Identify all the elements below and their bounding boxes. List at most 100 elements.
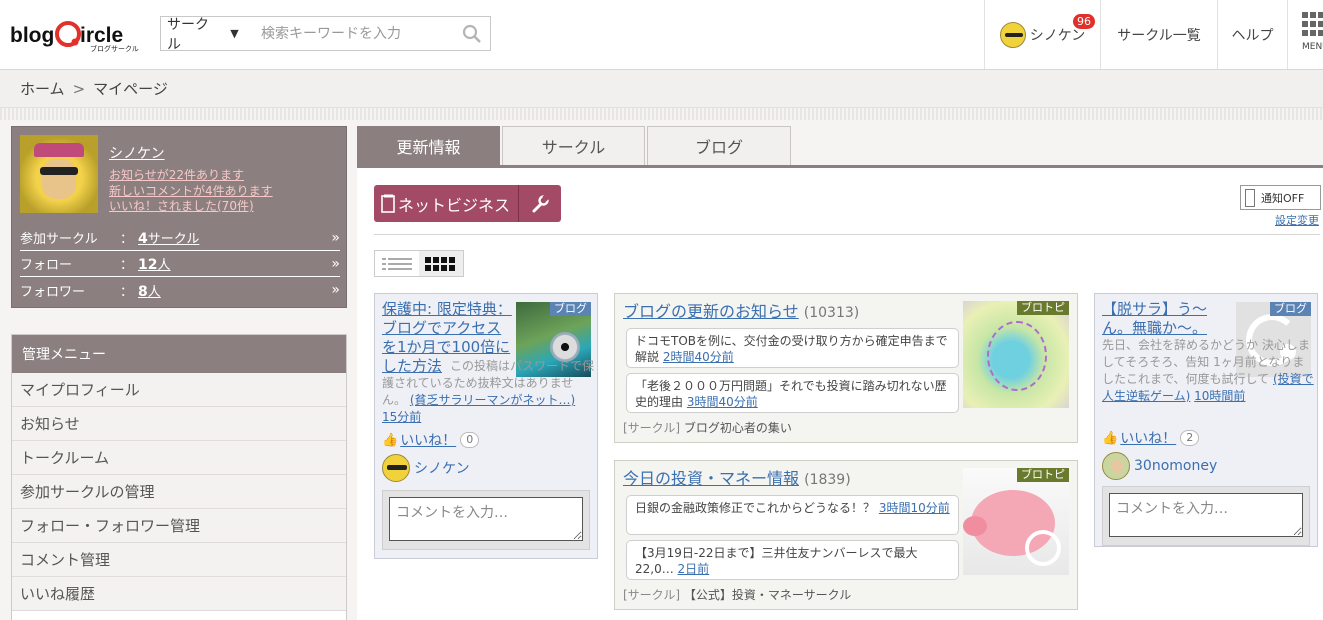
post-author[interactable]: 30nomoney [1102, 452, 1217, 480]
blogcircle-logo[interactable]: blog ircle ブログサークル [10, 18, 140, 53]
post-type-tag: ブログ [550, 302, 591, 316]
top-header: blog ircle ブログサークル サークル ▼ シノケン 96 サークル一覧… [0, 0, 1323, 70]
menu-item-follow-management[interactable]: フォロー・フォロワー管理 [12, 509, 346, 543]
view-switcher [374, 250, 464, 277]
stat-unit: 人 [157, 258, 171, 273]
tab-updates[interactable]: 更新情報 [357, 126, 500, 165]
topic-post[interactable]: 「老後２０００万円問題」それでも投資に踏み切れない歴史的理由 3時間40分前 [626, 373, 959, 413]
feed-card-blog: ブログ 保護中: 限定特典：ブログでアクセスを1か月で100倍にした方法 この投… [374, 293, 598, 559]
topic-type-tag: ブロトピ [1017, 468, 1069, 482]
post-time[interactable]: 10時間前 [1194, 389, 1245, 403]
topic-title: 今日の投資・マネー情報 (1839) [623, 469, 851, 490]
notice-link-news[interactable]: お知らせが22件あります [109, 166, 244, 183]
help-link[interactable]: ヘルプ [1217, 0, 1287, 69]
post-excerpt: この投稿はパスワードで保護されているため抜粋文はありません。 (貧乏サラリーマン… [382, 358, 594, 426]
stat-sep: ： [120, 284, 134, 300]
topic-post[interactable]: ドコモTOBを例に、交付金の受け取り方から確定申告まで解説 2時間40分前 [626, 328, 959, 368]
tab-circle[interactable]: サークル [502, 126, 645, 165]
toggle-switch-icon [1245, 188, 1255, 207]
breadcrumb-home[interactable]: ホーム [20, 78, 65, 99]
menu-item-talk-room[interactable]: トークルーム [12, 441, 346, 475]
circle-selector: ネットビジネス [374, 185, 562, 222]
menu-item-circle-management[interactable]: 参加サークルの管理 [12, 475, 346, 509]
topic-title: ブログの更新のお知らせ (10313) [623, 302, 859, 323]
user-avatar [999, 21, 1026, 48]
topic-post-time[interactable]: 3時間40分前 [687, 395, 758, 409]
search-scope-value: サークル [167, 16, 209, 53]
topic-count: (1839) [804, 472, 851, 488]
topic-post[interactable]: 日銀の金融政策修正でこれからどうなる！？ 3時間10分前 [626, 495, 959, 535]
like-button[interactable]: 👍 いいね！ 0 [382, 430, 480, 450]
circle-list-link[interactable]: サークル一覧 [1100, 0, 1217, 69]
grid-view-icon [425, 256, 455, 271]
topic-footer-name: 【公式】投資・マネーサークル [683, 588, 852, 602]
topic-post-time[interactable]: 3時間10分前 [879, 501, 950, 515]
main-tabs: 更新情報 サークル ブログ [357, 126, 1323, 168]
stat-label: 参加サークル [20, 232, 98, 247]
topic-footer-type: [サークル] [623, 588, 681, 602]
like-label: いいね！ [1120, 431, 1177, 447]
search-scope-select[interactable]: サークル ▼ [161, 17, 257, 53]
topic-post-time[interactable]: 2時間40分前 [663, 350, 734, 364]
topic-post-time[interactable]: 2日前 [678, 562, 710, 576]
search-icon[interactable] [454, 17, 490, 50]
comment-box [382, 490, 590, 550]
circle-list-label: サークル一覧 [1117, 27, 1201, 44]
menu-button[interactable]: MENU [1287, 0, 1323, 69]
circle-settings-button[interactable] [519, 185, 562, 222]
topic-circle-link[interactable]: [サークル] 【公式】投資・マネーサークル [623, 586, 851, 603]
management-menu-title: 管理メニュー [12, 335, 346, 373]
breadcrumb-separator: > [72, 79, 86, 98]
feed-card-topic-blog-updates: ブロトピ ブログの更新のお知らせ (10313) ドコモTOBを例に、交付金の受… [614, 293, 1078, 443]
topic-thumbnail[interactable]: ブロトピ [963, 301, 1069, 408]
settings-change-link[interactable]: 設定変更 [1275, 212, 1319, 228]
stat-row-follow[interactable]: フォロー ： 12人 » [20, 251, 340, 277]
topic-thumbnail[interactable]: ブロトピ [963, 468, 1069, 575]
menu-item-notices[interactable]: お知らせ [12, 407, 346, 441]
profile-avatar[interactable] [20, 135, 98, 213]
post-time[interactable]: 15分前 [382, 410, 421, 424]
post-author[interactable]: シノケン [382, 454, 470, 482]
stat-label: フォロー [20, 258, 73, 273]
notification-badge: 96 [1073, 14, 1095, 29]
updates-panel: ネットビジネス 通知OFF 設定変更 ブログ 保護中: 限定特典：ブログでアクセ… [357, 168, 1323, 620]
management-menu: 管理メニュー マイプロフィール お知らせ トークルーム 参加サークルの管理 フォ… [11, 334, 347, 620]
like-count: 0 [460, 432, 480, 448]
list-view-button[interactable] [375, 251, 419, 276]
tab-blog[interactable]: ブログ [647, 126, 791, 165]
grid-view-button[interactable] [419, 251, 463, 276]
menu-item-comment-management[interactable]: コメント管理 [12, 543, 346, 577]
stat-row-followers[interactable]: フォロワー ： 8人 » [20, 277, 340, 303]
author-name: 30nomoney [1134, 458, 1218, 474]
like-button[interactable]: 👍 いいね！ 2 [1102, 428, 1200, 448]
topic-circle-link[interactable]: [サークル] ブログ初心者の集い [623, 419, 792, 436]
topic-post[interactable]: 【3月19日-22日まで】三井住友ナンバーレスで最大22,0… 2日前 [626, 540, 959, 580]
profile-name[interactable]: シノケン [109, 143, 165, 163]
thumbs-up-icon: 👍 [1102, 430, 1119, 446]
search-bar: サークル ▼ [160, 16, 491, 53]
stat-count: 8 [138, 283, 148, 300]
topic-post-text: 日銀の金融政策修正でこれからどうなる！？ [635, 501, 876, 515]
user-menu[interactable]: シノケン 96 [984, 0, 1100, 69]
menu-item-my-profile[interactable]: マイプロフィール [12, 373, 346, 407]
feed-card-blog: ブログ 【脱サラ】う〜ん。無職か〜。 先日、会社を辞めるかどうか 決心しましてそ… [1094, 293, 1318, 547]
menu-item-like-history[interactable]: いいね履歴 [12, 577, 346, 611]
circle-select-button[interactable]: ネットビジネス [374, 185, 520, 222]
chevron-down-icon: ▼ [230, 27, 239, 40]
search-input[interactable] [257, 17, 454, 50]
post-source-link[interactable]: (貧乏サラリーマンがネット…) [410, 393, 575, 407]
folder-icon [381, 194, 395, 213]
topic-title-link[interactable]: ブログの更新のお知らせ [623, 302, 799, 321]
notification-toggle[interactable]: 通知OFF [1240, 185, 1321, 210]
comment-input[interactable] [389, 497, 583, 541]
stat-row-circles[interactable]: 参加サークル ： 4サークル » [20, 225, 340, 251]
topic-title-link[interactable]: 今日の投資・マネー情報 [623, 469, 799, 488]
help-label: ヘルプ [1231, 27, 1274, 44]
feed-card-topic-investment: ブロトピ 今日の投資・マネー情報 (1839) 日銀の金融政策修正でこれからどう… [614, 460, 1078, 610]
grid-menu-icon [1302, 12, 1323, 36]
comment-input[interactable] [1109, 493, 1303, 537]
breadcrumb-current: マイページ [93, 80, 168, 98]
notice-link-likes[interactable]: いいね！されました(70件) [109, 197, 254, 214]
menu-label: MENU [1302, 42, 1323, 52]
header-divider [0, 108, 1323, 120]
